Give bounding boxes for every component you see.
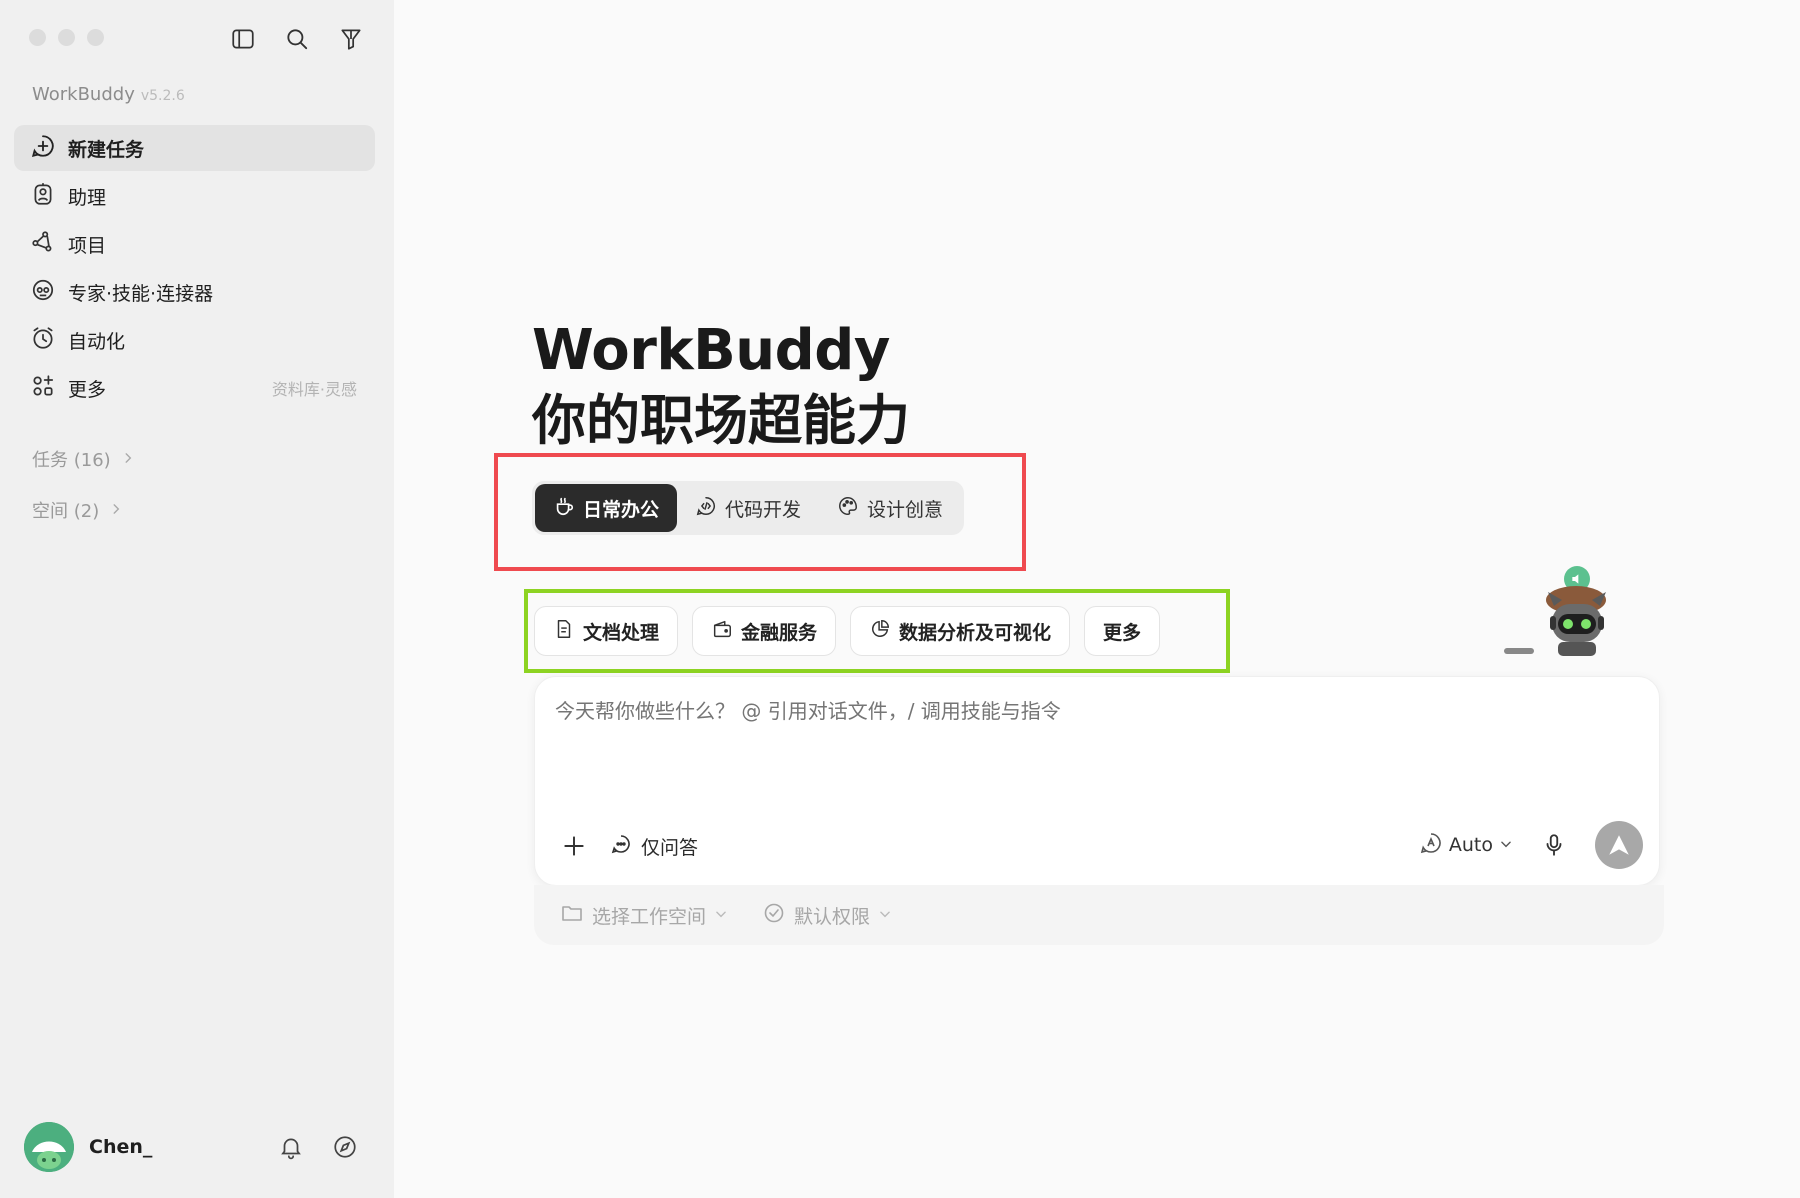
chevron-right-icon [109, 500, 123, 521]
wallet-icon [711, 618, 733, 645]
sidebar-nav: 新建任务 助理 项目 专家·技能·连接器 自动化 更多 资料库·灵感 [14, 125, 375, 413]
chevron-down-icon [1499, 834, 1513, 856]
page-subtitle: 你的职场超能力 [532, 389, 910, 452]
chip-document-processing[interactable]: 文档处理 [534, 606, 679, 656]
workspace-label: 选择工作空间 [592, 905, 707, 928]
qa-only-toggle[interactable]: 仅问答 [609, 832, 698, 861]
mascot-robot-icon [1504, 586, 1606, 656]
sidebar-item-automation[interactable]: 自动化 [14, 317, 375, 363]
sidebar-item-meta: 资料库·灵感 [271, 380, 357, 399]
automation-icon [30, 325, 56, 355]
compass-icon[interactable] [330, 1132, 360, 1162]
space-group-label: 空间 (2) [32, 501, 100, 522]
tab-daily-office[interactable]: 日常办公 [535, 484, 678, 532]
sidebar-item-more[interactable]: 更多 资料库·灵感 [14, 365, 375, 411]
filter-icon[interactable] [334, 22, 368, 56]
search-icon[interactable] [280, 22, 314, 56]
sidebar-item-assistant[interactable]: 助理 [14, 173, 375, 219]
sidebar-item-label: 更多 [68, 378, 107, 401]
sidebar-item-label: 专家·技能·连接器 [68, 282, 214, 305]
zoom-window-button[interactable] [87, 29, 104, 46]
chip-financial-services[interactable]: 金融服务 [692, 606, 837, 656]
microphone-button[interactable] [1539, 830, 1569, 860]
sidebar-item-label: 新建任务 [68, 138, 145, 161]
microphone-icon [1546, 834, 1562, 856]
pie-chart-icon [869, 618, 891, 645]
document-icon [553, 618, 575, 645]
chip-label: 金融服务 [741, 621, 818, 644]
add-attachment-button[interactable] [559, 831, 589, 861]
user-profile[interactable]: Chen_ [24, 1120, 368, 1174]
permission-selector[interactable]: 默认权限 [762, 901, 892, 930]
close-window-button[interactable] [29, 29, 46, 46]
tab-code-dev[interactable]: 代码开发 [677, 484, 819, 532]
input-options-bar: 选择工作空间 默认权限 [534, 885, 1664, 945]
window-controls [29, 29, 104, 46]
page-title: WorkBuddy [532, 318, 890, 383]
chip-more[interactable]: 更多 [1084, 606, 1161, 656]
sidebar-item-experts[interactable]: 专家·技能·连接器 [14, 269, 375, 315]
model-selector[interactable]: Auto [1419, 831, 1513, 860]
app-brand: WorkBuddy v5.2.6 [32, 84, 185, 105]
sidebar: WorkBuddy v5.2.6 新建任务 助理 项目 专家·技能·连接器 自动… [0, 0, 394, 1198]
model-icon [1419, 831, 1443, 860]
new-task-icon [30, 133, 56, 163]
avatar[interactable] [24, 1122, 74, 1172]
sidebar-item-project[interactable]: 项目 [14, 221, 375, 267]
chat-bubble-icon [609, 832, 633, 861]
sidebar-item-label: 助理 [68, 186, 107, 209]
tab-label: 日常办公 [583, 498, 660, 521]
quick-chips: 文档处理 金融服务 数据分析及可视化 更多 [534, 606, 1161, 656]
minimize-window-button[interactable] [58, 29, 75, 46]
chip-label: 更多 [1103, 621, 1142, 644]
main-area: WorkBuddy 你的职场超能力 日常办公 代码开发 设计创意 文档处理 金融… [394, 0, 1800, 1198]
sidebar-toggle-icon[interactable] [226, 22, 260, 56]
permission-label: 默认权限 [794, 905, 871, 928]
input-toolbar-right: Auto [1419, 821, 1643, 869]
chip-label: 文档处理 [583, 621, 660, 644]
folder-icon [560, 901, 584, 930]
space-group[interactable]: 空间 (2) [32, 497, 123, 523]
category-tabs: 日常办公 代码开发 设计创意 [532, 481, 965, 535]
input-toolbar-left: 仅问答 [559, 831, 698, 861]
bell-icon[interactable] [276, 1132, 306, 1162]
plus-icon [564, 836, 584, 856]
model-label: Auto [1448, 834, 1493, 856]
qa-only-label: 仅问答 [641, 836, 699, 859]
chevron-down-icon [714, 904, 728, 926]
task-group-label: 任务 (16) [32, 450, 111, 471]
chevron-right-icon [121, 449, 135, 470]
palette-icon [837, 495, 859, 522]
username: Chen_ [89, 1136, 153, 1158]
assistant-icon [30, 181, 56, 211]
workspace-selector[interactable]: 选择工作空间 [560, 901, 728, 930]
task-group[interactable]: 任务 (16) [32, 446, 135, 472]
sidebar-item-label: 项目 [68, 234, 107, 257]
tab-label: 代码开发 [725, 498, 802, 521]
send-button[interactable] [1595, 821, 1643, 869]
coffee-icon [553, 495, 575, 522]
expert-icon [30, 277, 56, 307]
chevron-down-icon [878, 904, 892, 926]
send-arrow-icon [1609, 835, 1629, 855]
prompt-input[interactable] [555, 699, 1635, 723]
chip-label: 数据分析及可视化 [899, 621, 1052, 644]
project-icon [30, 229, 56, 259]
sidebar-item-new-task[interactable]: 新建任务 [14, 125, 375, 171]
shield-check-icon [762, 901, 786, 930]
sidebar-item-label: 自动化 [68, 330, 126, 353]
tab-design-creative[interactable]: 设计创意 [819, 484, 961, 532]
app-version: v5.2.6 [140, 88, 185, 104]
tab-label: 设计创意 [867, 498, 944, 521]
more-icon [30, 373, 56, 403]
chip-data-analysis[interactable]: 数据分析及可视化 [850, 606, 1071, 656]
code-icon [695, 495, 717, 522]
prompt-input-card: 仅问答 Auto [534, 676, 1660, 886]
app-name: WorkBuddy [32, 84, 135, 105]
